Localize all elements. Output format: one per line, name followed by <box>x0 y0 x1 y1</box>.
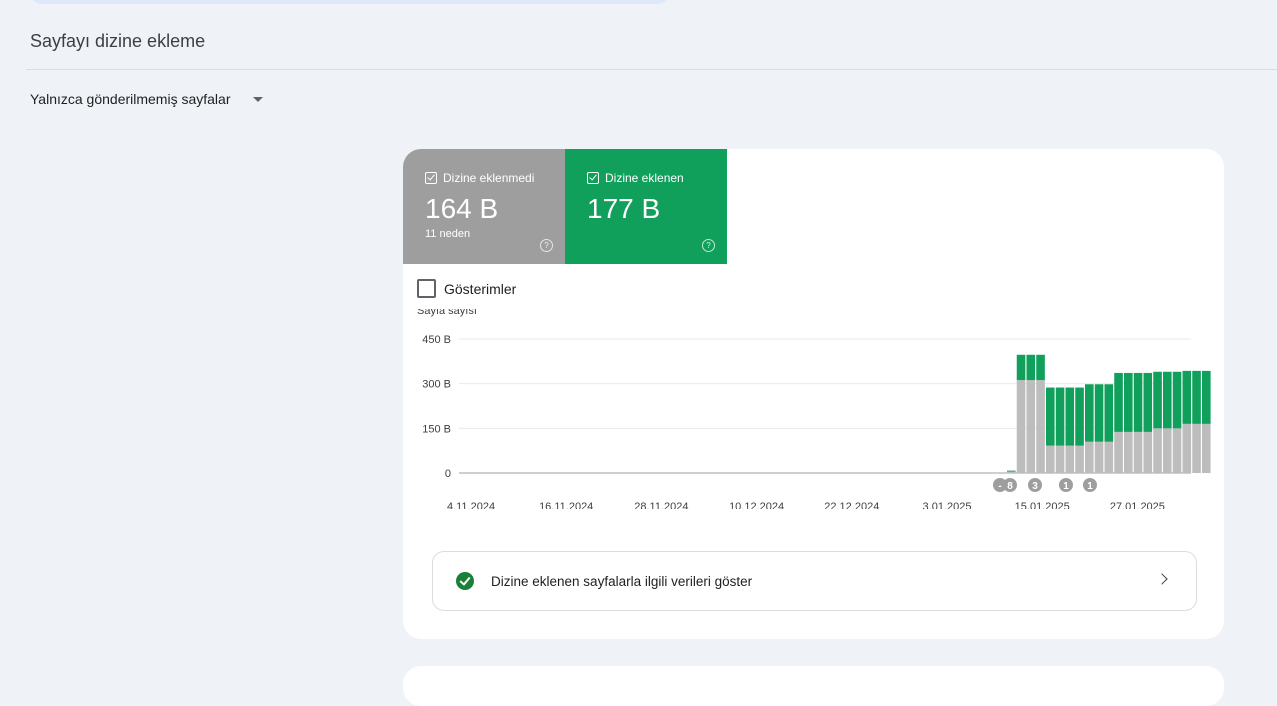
y-tick-label: 450 B <box>422 334 451 346</box>
bar-indexed <box>1133 372 1143 432</box>
x-tick-label: 16.11.2024 <box>539 501 593 509</box>
top-banner <box>30 0 670 4</box>
bar-not-indexed <box>1065 445 1075 473</box>
help-icon[interactable]: ? <box>702 239 715 252</box>
bar-not-indexed <box>1163 428 1172 473</box>
bar-indexed <box>1153 371 1162 429</box>
bar-indexed <box>1172 371 1182 429</box>
impressions-label: Gösterimler <box>444 280 517 297</box>
bar-indexed <box>1085 384 1094 442</box>
annotation-label: 8 <box>1007 481 1013 492</box>
caret-down-icon <box>252 96 263 102</box>
indexing-card: Dizine eklenmedi 164 B 11 neden ? Dizine… <box>403 149 1224 639</box>
bar-not-indexed <box>1036 380 1045 473</box>
annotation-label: 1 <box>1087 481 1093 492</box>
x-tick-label: 28.11.2024 <box>634 501 688 509</box>
bar-not-indexed <box>1026 380 1036 473</box>
divider <box>26 69 1277 70</box>
bar-not-indexed <box>1016 380 1026 473</box>
y-axis-label: Sayfa sayısı <box>417 309 477 317</box>
bar-not-indexed <box>1124 431 1133 473</box>
checkbox-checked-icon <box>587 172 599 184</box>
bar-indexed <box>1055 387 1065 446</box>
x-tick-label: 3.01.2025 <box>923 501 972 509</box>
bar-not-indexed <box>1153 428 1162 473</box>
bar-not-indexed <box>1143 431 1153 473</box>
next-card <box>403 666 1224 706</box>
bar-indexed <box>1007 470 1016 472</box>
bar-not-indexed <box>1046 445 1055 473</box>
pages-chart: Sayfa sayısı 450 B 300 B 150 B 0 4.11.2024 16… <box>417 309 1211 509</box>
bar-not-indexed <box>1075 445 1084 473</box>
bar-indexed <box>1124 372 1133 432</box>
bar-indexed <box>1026 354 1036 381</box>
chevron-right-icon <box>1156 573 1168 585</box>
bar-indexed <box>1163 371 1172 429</box>
annotation-label: 3 <box>1032 481 1038 492</box>
y-tick-label: 0 <box>445 468 451 480</box>
indexed-label: Dizine eklenen <box>605 171 684 185</box>
bar-not-indexed <box>1202 423 1211 473</box>
bar-not-indexed <box>1133 431 1143 473</box>
checkbox-unchecked-icon <box>417 279 436 298</box>
x-tick-label: 4.11.2024 <box>447 501 495 509</box>
x-tick-label: 22.12.2024 <box>824 501 879 509</box>
indexed-value: 177 B <box>587 193 661 224</box>
page-filter-dropdown[interactable]: Yalnızca gönderilmemiş sayfalar <box>30 91 263 107</box>
bar-not-indexed <box>1104 441 1114 473</box>
show-indexed-data-label: Dizine eklenen sayfalarla ilgili veriler… <box>491 573 753 589</box>
bar-indexed <box>1046 387 1055 446</box>
bar-indexed <box>1016 354 1026 381</box>
bar-not-indexed <box>1007 471 1016 473</box>
bar-not-indexed <box>1055 445 1065 473</box>
checkbox-checked-icon <box>425 172 437 184</box>
bar-indexed <box>1094 384 1104 442</box>
page-filter-label: Yalnızca gönderilmemiş sayfalar <box>30 91 231 107</box>
bar-not-indexed <box>1192 423 1201 473</box>
impressions-checkbox[interactable]: Gösterimler <box>417 279 516 298</box>
check-circle-icon <box>456 572 474 590</box>
y-tick-label: 150 B <box>422 423 451 435</box>
bar-not-indexed <box>1114 431 1123 473</box>
x-tick-label: 10.12.2024 <box>729 501 784 509</box>
bar-not-indexed <box>1172 428 1182 473</box>
bar-indexed <box>1104 384 1114 442</box>
bar-indexed <box>1182 370 1192 424</box>
not-indexed-label: Dizine eklenmedi <box>443 171 535 185</box>
not-indexed-tile[interactable]: Dizine eklenmedi 164 B 11 neden ? <box>403 149 565 264</box>
bar-not-indexed <box>1094 441 1104 473</box>
help-icon[interactable]: ? <box>540 239 553 252</box>
bar-not-indexed <box>1085 441 1094 473</box>
bar-not-indexed <box>1182 423 1192 473</box>
x-tick-label: 27.01.2025 <box>1110 501 1165 509</box>
annotation-label: - <box>998 481 1001 492</box>
not-indexed-value: 164 B <box>425 193 499 224</box>
show-indexed-data-button[interactable]: Dizine eklenen sayfalarla ilgili veriler… <box>432 551 1197 611</box>
annotation-label: 1 <box>1063 481 1069 492</box>
page-title: Sayfayı dizine ekleme <box>30 31 206 51</box>
bar-indexed <box>1202 370 1211 424</box>
bar-indexed <box>1114 372 1123 432</box>
y-tick-label: 300 B <box>422 379 451 391</box>
x-tick-label: 15.01.2025 <box>1015 501 1070 509</box>
not-indexed-reasons: 11 neden <box>425 228 471 240</box>
bar-indexed <box>1036 354 1045 381</box>
bar-indexed <box>1065 387 1075 446</box>
bar-indexed <box>1192 370 1201 424</box>
indexed-tile[interactable]: Dizine eklenen 177 B ? <box>565 149 727 264</box>
bar-indexed <box>1143 372 1153 432</box>
bar-indexed <box>1075 387 1084 446</box>
